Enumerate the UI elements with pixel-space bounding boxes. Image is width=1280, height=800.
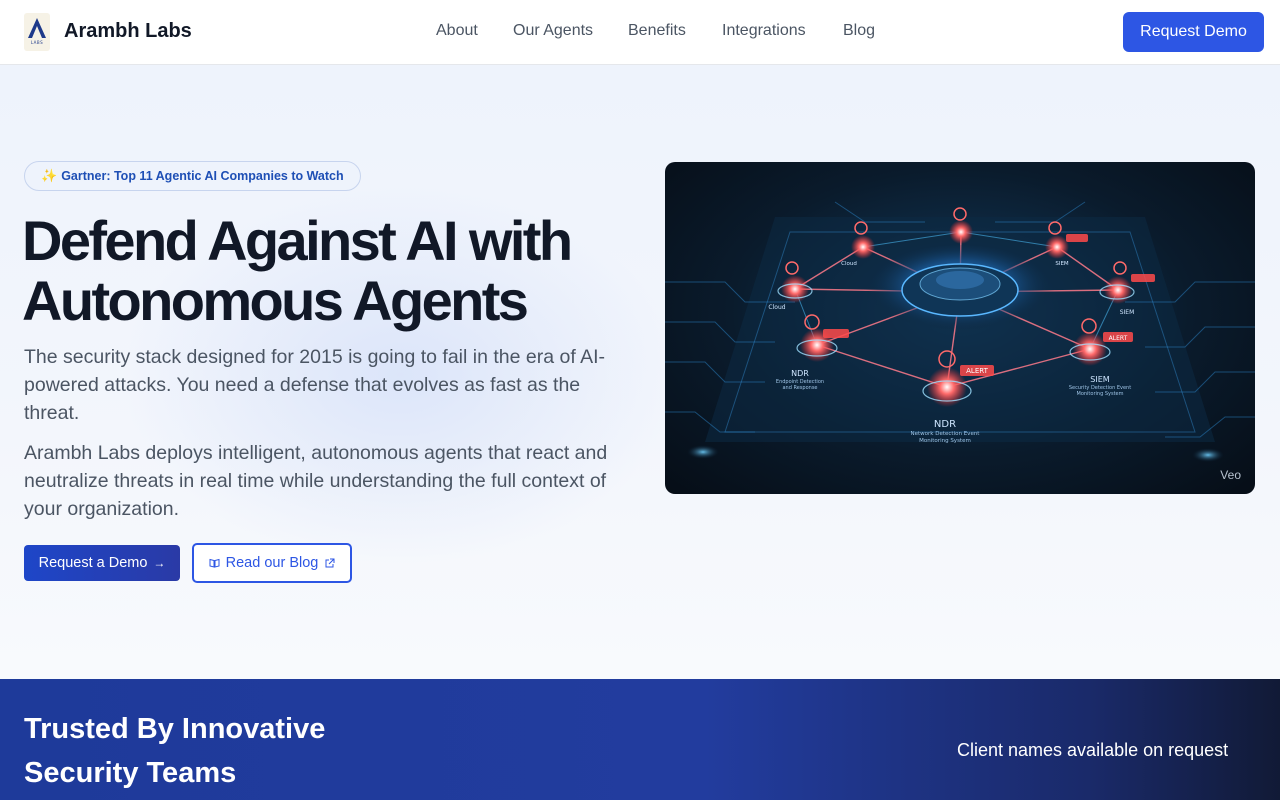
logo-mark-icon <box>28 18 46 38</box>
hero-section: ✨ Gartner: Top 11 Agentic AI Companies t… <box>0 65 1280 679</box>
svg-text:NDR: NDR <box>934 419 956 430</box>
svg-text:ALERT: ALERT <box>1109 335 1128 342</box>
svg-text:Cloud: Cloud <box>841 261 857 267</box>
agent-network-illustration: ALERT ALERT NDR Network Detection Event … <box>665 201 1255 462</box>
site-header: LABS Arambh Labs About Our Agents Benefi… <box>0 0 1280 65</box>
svg-text:Monitoring System: Monitoring System <box>1077 391 1124 397</box>
nav-about[interactable]: About <box>436 22 478 40</box>
arrow-right-icon: → <box>153 556 166 570</box>
sparkles-icon: ✨ <box>41 168 58 183</box>
gartner-badge: ✨ Gartner: Top 11 Agentic AI Companies t… <box>24 161 361 191</box>
badge-text: Gartner: Top 11 Agentic AI Companies to … <box>61 169 344 183</box>
hero-headline: Defend Against AI with Autonomous Agents <box>22 211 642 331</box>
hero-paragraph-2: Arambh Labs deploys intelligent, autonom… <box>24 442 608 520</box>
svg-text:SIEM: SIEM <box>1120 309 1135 316</box>
hero-illustration: ALERT ALERT NDR Network Detection Event … <box>665 162 1255 494</box>
headline-line-2: Autonomous Agents <box>22 269 529 332</box>
svg-text:SIEM: SIEM <box>1090 375 1109 384</box>
svg-text:Monitoring System: Monitoring System <box>919 438 971 444</box>
nav-our-agents[interactable]: Our Agents <box>513 22 593 40</box>
image-watermark: Veo <box>1220 468 1241 482</box>
svg-text:ALERT: ALERT <box>966 367 988 375</box>
request-a-demo-button[interactable]: Request a Demo → <box>24 545 180 581</box>
trusted-section: Trusted By Innovative Security Teams Cli… <box>0 679 1280 800</box>
request-a-demo-label: Request a Demo <box>38 555 148 571</box>
book-icon <box>209 558 220 568</box>
headline-line-1: Defend Against AI with <box>22 209 573 272</box>
svg-text:and Response: and Response <box>782 385 817 391</box>
hero-paragraph-1: The security stack designed for 2015 is … <box>24 346 605 424</box>
logo-subtext: LABS <box>30 40 44 45</box>
nav-benefits[interactable]: Benefits <box>628 22 686 40</box>
nav-blog[interactable]: Blog <box>843 22 875 40</box>
logo[interactable]: LABS <box>24 13 50 51</box>
svg-text:SIEM: SIEM <box>1055 261 1069 267</box>
brand-name[interactable]: Arambh Labs <box>64 20 192 43</box>
trusted-title: Trusted By Innovative Security Teams <box>24 713 326 789</box>
read-blog-button[interactable]: Read our Blog <box>192 543 352 583</box>
read-blog-label: Read our Blog <box>225 555 319 571</box>
nav-integrations[interactable]: Integrations <box>722 22 806 40</box>
external-link-icon <box>325 558 335 567</box>
svg-text:Cloud: Cloud <box>768 304 785 311</box>
client-names-note: Client names available on request <box>957 740 1229 760</box>
svg-text:NDR: NDR <box>791 369 809 378</box>
request-demo-button[interactable]: Request Demo <box>1123 12 1264 52</box>
svg-text:Network Detection Event: Network Detection Event <box>911 431 981 437</box>
